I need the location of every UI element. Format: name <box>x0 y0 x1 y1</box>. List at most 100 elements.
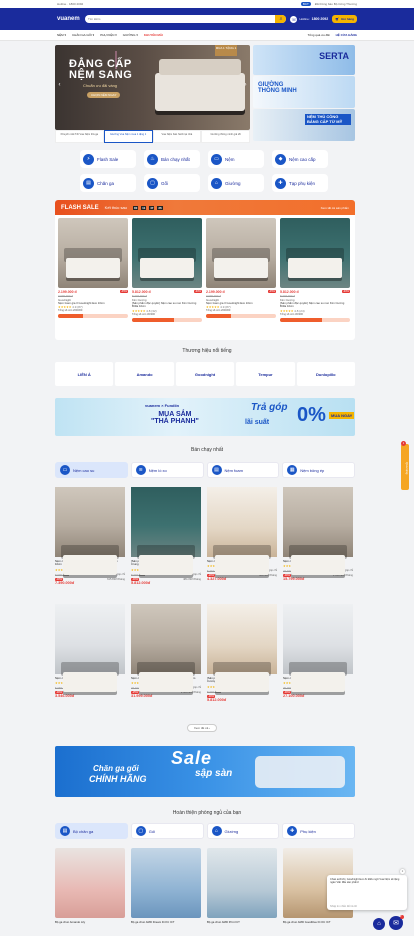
product-image[interactable] <box>132 218 202 288</box>
hero-cta-button[interactable]: CHỌN NỆM NGAY <box>87 92 121 98</box>
hotline[interactable]: ☏ Hotline: 1800 2092 <box>290 15 328 23</box>
product-card[interactable]: Nệm cao su Dunlopillo Markt Relax ★★★★★ … <box>283 604 353 702</box>
product-card[interactable]: [Sản phẩm độc quyền] Nệm cao su tổng hợp… <box>207 604 277 702</box>
tab-pillow[interactable]: ▢ Gối <box>130 823 204 839</box>
hero-tab[interactable]: Giường Vua Nệm mua 1 tặng 1 <box>103 130 153 143</box>
nav-item[interactable]: NỆM ▾ <box>57 33 66 37</box>
mattress-icon: ▭ <box>60 465 70 475</box>
product-image[interactable] <box>55 848 125 918</box>
brand-logo[interactable]: Amando <box>115 362 174 386</box>
category-premium[interactable]: ◆ Nệm cao cấp <box>272 150 328 168</box>
flash-product-card[interactable]: 5.812.000 đ 8.303.000 đ -30% Kim Cương [… <box>132 218 202 322</box>
nav-item-promo[interactable]: KHUYẾN MÃI <box>144 33 163 37</box>
promo-cta-button[interactable]: MUA NGAY <box>329 412 355 419</box>
brand-logo[interactable]: Dunlopillo <box>296 362 356 386</box>
product-price: 4.327.000đ <box>207 577 227 582</box>
flash-product-card[interactable]: 2.199.000 đ 3.990.000 đ -45% Goodnight N… <box>58 218 128 322</box>
product-name[interactable]: Bộ ga chun AMD Print ICT <box>207 920 277 924</box>
product-image[interactable] <box>55 487 125 575</box>
product-image[interactable] <box>283 487 353 575</box>
nav-item[interactable]: CHĂN GA GỐI ▾ <box>72 33 94 37</box>
category-pillow[interactable]: ▢ Gối <box>144 174 200 192</box>
category-blanket[interactable]: ▤ Chăn ga <box>80 174 136 192</box>
product-card[interactable]: Bộ ga chun Amando Lily <box>55 848 125 924</box>
category-bed[interactable]: ⌂ Giường <box>208 174 264 192</box>
brand-logo[interactable]: Goodnight <box>175 362 235 386</box>
category-label: Flash Sale <box>97 156 119 162</box>
flash-product-card[interactable]: 5.812.000 đ 8.303.000 đ -30% Kim Cương [… <box>280 218 350 322</box>
side-banner-serta[interactable]: SERTA <box>253 45 355 75</box>
tab-bed[interactable]: ⌂ Giường <box>206 823 280 839</box>
product-image[interactable] <box>131 487 201 575</box>
search-box[interactable]: ⌕ <box>85 15 287 23</box>
product-card[interactable]: Nệm cao su thiên nhiên Barral Legacy Tươ… <box>131 604 201 702</box>
flash-sale-view-all[interactable]: Xem tất cả sản phẩm <box>321 206 349 210</box>
product-name[interactable]: Bộ ga chun AMD Dream Di KC ICT <box>131 920 201 924</box>
tab-latex[interactable]: ▭ Nệm cao su <box>55 462 128 478</box>
product-name[interactable]: [Sản phẩm độc quyền] Nệm cao su non Kim … <box>132 301 202 309</box>
category-flash-sale[interactable]: ⚡︎ Flash Sale <box>80 150 136 168</box>
chat-reply-input[interactable]: Nhập tin nhắn để trả lời <box>330 905 357 908</box>
product-image[interactable] <box>58 218 128 288</box>
category-mattress[interactable]: ▭ Nệm <box>208 150 264 168</box>
category-best-seller[interactable]: ♨ Bán chạy nhất <box>144 150 200 168</box>
product-name[interactable]: Bộ ga chun AMD Goodblue Di OC ICT <box>283 920 353 924</box>
tab-pressed[interactable]: ▦ Nệm bông ép <box>282 462 355 478</box>
product-card[interactable]: Nệm cao su Liên Á Classic ★★★★★ 4.9 (89)… <box>55 604 125 702</box>
nav-item[interactable]: GIƯỜNG ▾ <box>123 33 138 37</box>
product-image[interactable] <box>207 604 277 692</box>
product-card[interactable]: Bộ ga chun AMD Dream Di KC ICT <box>131 848 201 924</box>
chat-icon[interactable]: ✉ 2 <box>389 915 404 930</box>
flash-product-card[interactable]: 2.199.000 đ 3.990.000 đ -45% Goodnight N… <box>206 218 276 322</box>
hero-banner[interactable]: MUA 1 TẶNG 1 ĐẲNG CẤP NỆM SANG Chuẩn ưu … <box>55 45 250 130</box>
logo[interactable]: vuanem <box>57 16 81 22</box>
product-image[interactable] <box>206 218 276 288</box>
chevron-left-icon[interactable]: ‹ <box>56 81 63 88</box>
nav-gift-link[interactable]: Tổng quà ưu đãi <box>308 33 330 37</box>
hero-tab[interactable]: Giường thông minh giá tốt <box>201 130 250 143</box>
product-card[interactable]: Nệm cao su Barral Lotus cũng Di Thông ca… <box>283 487 353 585</box>
side-banner-handmade[interactable]: NỆM THỦ CÔNG BẢNG CẤP TỪ MỸ <box>253 109 355 141</box>
product-name[interactable]: [Sản phẩm độc quyền] Nệm cao su non Kim … <box>280 301 350 309</box>
nav-store-link[interactable]: HỆ CỬA HÀNG <box>336 33 357 37</box>
bct-badge[interactable]: BCT <box>300 2 311 6</box>
view-all-button[interactable]: Xem tất cả › <box>187 724 217 732</box>
flash-sale-title: FLASH SALE <box>61 204 99 211</box>
hero-tab[interactable]: Khuyến mãi Tết Vua Nệm thả ga <box>55 130 104 143</box>
product-image[interactable] <box>131 604 201 692</box>
bed-decor <box>291 671 345 692</box>
product-card[interactable]: Bộ ga chun AMD Print ICT <box>207 848 277 924</box>
product-name[interactable]: Bộ ga chun Amando Lily <box>55 920 125 924</box>
cart-button[interactable]: 🛒︎ Giỏ hàng <box>332 15 357 23</box>
tab-foam[interactable]: ▤ Nệm foam <box>206 462 280 478</box>
product-card[interactable]: [Sản phẩm độc quyền] Nệm cao su Kim Cươn… <box>131 487 201 585</box>
tab-bedding[interactable]: ▤ Bộ chăn ga <box>55 823 128 839</box>
chat-popup[interactable]: × Chào anh/chị, Goodnight Evo ốc Điều ng… <box>327 869 407 910</box>
product-image[interactable] <box>131 848 201 918</box>
close-icon[interactable]: × <box>400 869 405 874</box>
product-image[interactable] <box>55 604 125 692</box>
search-input[interactable] <box>88 17 208 21</box>
chevron-right-icon[interactable]: › <box>242 81 249 88</box>
product-card[interactable]: Nệm cao su Kim Cương Victory 10 Barral C… <box>55 487 125 585</box>
hero-tab[interactable]: Vua Nệm bảo hành tại nhà <box>152 130 202 143</box>
product-image[interactable] <box>207 487 277 575</box>
pillow-decor <box>255 756 345 788</box>
product-card[interactable]: Nệm cao su Kim Cương Happy Gold ★★★★★ 4.… <box>207 487 277 585</box>
category-accessory[interactable]: ✚ Tạp phụ kiện <box>272 174 328 192</box>
brand-logo[interactable]: LIÊN Á <box>55 362 114 386</box>
bedding-sale-banner[interactable]: Chăn ga gối CHÍNH HÃNG Sale sập sàn <box>55 746 355 797</box>
product-image[interactable] <box>283 604 353 692</box>
top-bar-notice[interactable]: Đã thông báo Bộ Công Thương <box>315 2 357 6</box>
search-icon[interactable]: ⌕ <box>275 15 287 23</box>
nav-item[interactable]: PHỤ KIỆN ▾ <box>100 33 117 37</box>
product-image[interactable] <box>280 218 350 288</box>
brand-logo[interactable]: Tempur <box>236 362 295 386</box>
tab-spring[interactable]: ≋ Nệm lò xo <box>130 462 204 478</box>
product-image[interactable] <box>207 848 277 918</box>
gift-side-tab[interactable]: 1 Quà tặng <box>401 441 409 490</box>
tab-accessory[interactable]: ✚ Phụ kiện <box>282 823 355 839</box>
installment-promo-banner[interactable]: vuanem × Fundiin MUA SẮM "THẢ PHANH" Trả… <box>55 398 355 436</box>
side-banner-smart-bed[interactable]: GIƯỜNG THÔNG MINH <box>253 76 355 108</box>
store-icon[interactable]: ⌂ <box>373 918 385 930</box>
